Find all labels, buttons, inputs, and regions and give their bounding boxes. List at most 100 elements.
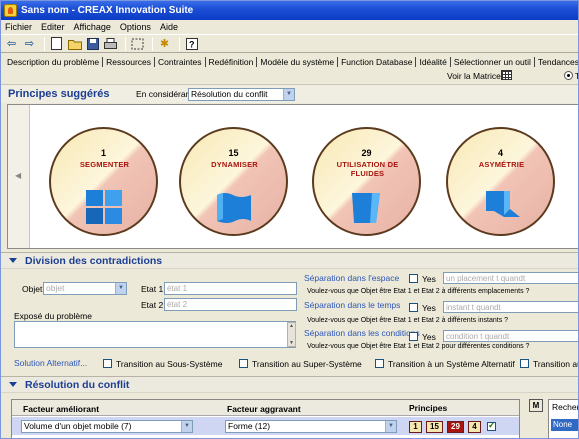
ameliorant-value: Volume d'un objet mobile (7) (24, 421, 132, 431)
menu-options[interactable]: Options (120, 22, 151, 32)
col-aggravant-header: Facteur aggravant (227, 404, 301, 414)
view-radio[interactable] (564, 71, 573, 80)
tab-redefinition[interactable]: Redéfinition (206, 57, 258, 67)
objet-select[interactable]: objet ▼ (43, 282, 127, 295)
separation-conditions-field[interactable]: condition t quandt (443, 330, 578, 342)
side-value[interactable]: None (551, 419, 578, 431)
separation-espace-checkbox[interactable] (409, 274, 418, 283)
separation-temps-title[interactable]: Séparation dans le temps (304, 300, 400, 310)
etat1-label: Etat 1 (141, 284, 164, 294)
etat1-field[interactable]: état 1 (164, 282, 297, 295)
matrix-row: Voir la Matrice T (1, 69, 578, 83)
matrix-grid-icon[interactable] (501, 70, 512, 80)
principes-title: Principes suggérés (8, 88, 110, 100)
separation-espace-placeholder: un placement t quandt (446, 274, 526, 283)
collapse-triangle-icon[interactable] (9, 382, 17, 387)
voir-matrice-label[interactable]: Voir la Matrice (447, 71, 501, 81)
asymmetric-shape-icon (486, 191, 520, 217)
systeme-alternatif-checkbox[interactable] (375, 359, 384, 368)
principle-chip[interactable]: 1 (409, 421, 422, 433)
principle-number: 29 (361, 148, 372, 158)
objet-placeholder: objet (46, 283, 65, 293)
separation-temps-field[interactable]: instant t quandt (443, 301, 578, 313)
back-icon[interactable]: ⇦ (4, 36, 19, 51)
expose-scroll[interactable]: ▲ ▼ (287, 322, 296, 347)
tab-modele-systeme[interactable]: Modèle du système (257, 57, 339, 67)
menu-editer[interactable]: Editer (41, 22, 65, 32)
resolution-header[interactable]: Résolution du conflit (1, 376, 578, 393)
tab-tendances[interactable]: Tendances d'évolution (535, 57, 578, 67)
transition-s-checkbox[interactable] (520, 359, 529, 368)
separation-conditions-title[interactable]: Séparation dans les conditions (304, 328, 420, 338)
principle-number: 4 (497, 148, 503, 158)
separation-espace-question: Voulez-vous que Objet être Etat 1 et Eta… (307, 288, 530, 295)
principle-number: 1 (100, 148, 106, 158)
separation-espace-title[interactable]: Séparation dans l'espace (304, 273, 399, 283)
new-doc-icon[interactable] (49, 36, 64, 51)
etat2-field[interactable]: état 2 (164, 298, 297, 311)
title-bar: Sans nom - CREAX Innovation Suite (1, 1, 578, 20)
chevron-down-icon[interactable]: ▼ (283, 89, 294, 100)
chevron-down-icon[interactable]: ▼ (385, 421, 396, 432)
col-principes-header: Principes (409, 403, 448, 413)
principle-name: DYNAMISER (211, 160, 258, 169)
scroll-down-icon[interactable]: ▼ (288, 340, 295, 346)
principle-card[interactable]: 4 ASYMÉTRIE (446, 127, 555, 236)
chevron-down-icon[interactable]: ▼ (115, 283, 126, 294)
considering-select[interactable]: Résolution du conflit ▼ (188, 88, 295, 101)
scroll-up-icon[interactable]: ▲ (288, 323, 295, 329)
open-folder-icon[interactable] (67, 36, 82, 51)
tab-description[interactable]: Description du problème (4, 57, 104, 67)
super-systeme-checkbox[interactable] (239, 359, 248, 368)
select-frame-icon[interactable] (130, 36, 145, 51)
menu-fichier[interactable]: Fichier (5, 22, 32, 32)
sous-systeme-checkbox[interactable] (103, 359, 112, 368)
principle-chip[interactable]: 29 (447, 421, 464, 433)
aggravant-select[interactable]: Forme (12) ▼ (225, 420, 397, 433)
systeme-alternatif-label: Transition à un Système Alternatif (388, 359, 515, 369)
fluid-sheet-icon (352, 193, 380, 223)
tab-function-database[interactable]: Function Database (338, 57, 417, 67)
print-icon[interactable] (103, 36, 118, 51)
help-icon[interactable]: ? (184, 36, 199, 51)
expose-textarea[interactable] (14, 321, 296, 348)
tab-selectionner-outil[interactable]: Sélectionner un outil (451, 57, 535, 67)
principle-card[interactable]: 29 UTILISATION DE FLUIDES (312, 127, 421, 236)
resolution-title: Résolution du conflit (25, 379, 130, 391)
side-m-button[interactable]: M (529, 399, 543, 412)
tab-idealite[interactable]: Idéalité (416, 57, 451, 67)
expose-label: Exposé du problème (14, 311, 92, 321)
toolbar: ⇦ ⇨ ✱ ? (1, 34, 578, 53)
tab-ressources[interactable]: Ressources (103, 57, 156, 67)
collapse-triangle-icon[interactable] (9, 258, 17, 263)
principle-name: UTILISATION DE FLUIDES (336, 160, 399, 178)
principle-card[interactable]: 1 SEGMENTER (49, 127, 158, 236)
chevron-left-icon[interactable]: ◀ (15, 171, 21, 180)
aggravant-value: Forme (12) (228, 421, 271, 431)
tip-icon[interactable]: ✱ (157, 36, 172, 51)
ameliorant-select[interactable]: Volume d'un objet mobile (7) ▼ (21, 420, 193, 433)
principle-card[interactable]: 15 DYNAMISER (179, 127, 288, 236)
considering-label: En considérant (136, 89, 193, 99)
menu-affichage[interactable]: Affichage (74, 22, 111, 32)
row-checkbox[interactable] (487, 420, 496, 431)
menu-aide[interactable]: Aide (160, 22, 178, 32)
window-title: Sans nom - CREAX Innovation Suite (21, 5, 194, 16)
panel-left-bar: ◀ (8, 105, 30, 248)
principle-chip[interactable]: 15 (426, 421, 443, 433)
etat1-placeholder: état 1 (167, 284, 188, 293)
save-icon[interactable] (85, 36, 100, 51)
separation-espace-field[interactable]: un placement t quandt (443, 272, 578, 284)
svg-text:?: ? (189, 39, 195, 49)
division-header[interactable]: Division des contradictions (1, 252, 578, 269)
etat2-label: Etat 2 (141, 300, 164, 310)
separation-conditions-placeholder: condition t quandt (446, 332, 510, 341)
forward-icon[interactable]: ⇨ (22, 36, 37, 51)
tab-contraintes[interactable]: Contraintes (155, 57, 206, 67)
solution-alternative-label[interactable]: Solution Alternatif... (14, 358, 87, 368)
separation-temps-checkbox[interactable] (409, 303, 418, 312)
principle-chip[interactable]: 4 (468, 421, 481, 433)
chevron-down-icon[interactable]: ▼ (181, 421, 192, 432)
separation-temps-placeholder: instant t quandt (446, 303, 501, 312)
separation-conditions-checkbox[interactable] (409, 332, 418, 341)
